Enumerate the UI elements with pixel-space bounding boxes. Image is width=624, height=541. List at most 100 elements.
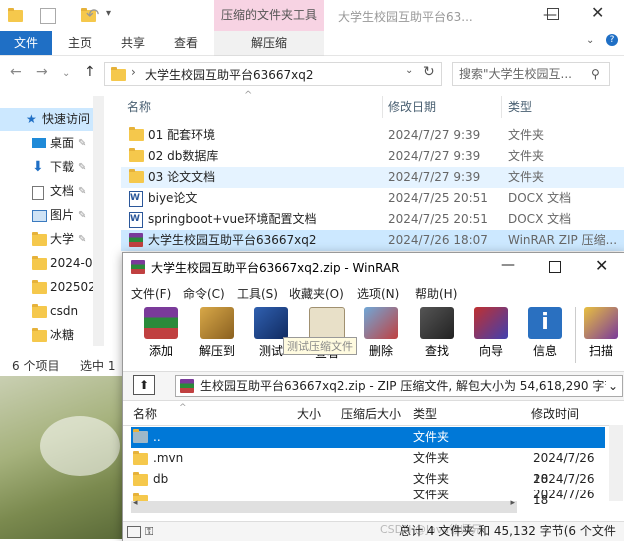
path-dropdown-icon[interactable]: ⌄ — [605, 376, 618, 396]
maximize-icon[interactable] — [547, 8, 559, 20]
file-name: 01 配套环境 — [148, 128, 216, 142]
menu-help[interactable]: 帮助(H) — [415, 285, 457, 302]
column-header-type[interactable]: 类型 — [413, 403, 437, 425]
word-icon — [129, 209, 143, 230]
nav-scrollbar[interactable] — [93, 96, 104, 346]
archive-horizontal-scrollbar[interactable]: ◂ ▸ — [131, 498, 517, 513]
chevron-right-icon: › — [131, 65, 136, 79]
folder-icon — [133, 472, 148, 486]
nav-label: 文档 — [50, 184, 75, 198]
tab-view[interactable]: 查看 — [174, 31, 198, 55]
tool-label: 删除 — [368, 344, 393, 358]
archive-row[interactable]: .. 文件夹 — [131, 427, 605, 448]
column-header-size[interactable]: 大小 — [297, 403, 321, 425]
column-header-modified[interactable]: 修改时间 — [531, 403, 579, 425]
nav-item-folder[interactable]: 冰糖 — [0, 324, 104, 347]
winrar-window: 大学生校园互助平台63667xq2.zip - WinRAR — ✕ 文件(F)… — [122, 252, 624, 541]
up-icon[interactable]: ↑ — [84, 64, 96, 80]
tab-home[interactable]: 主页 — [68, 31, 92, 55]
recent-dropdown-icon[interactable]: ⌄ — [62, 68, 70, 79]
minimize-icon[interactable]: — — [501, 257, 515, 273]
column-header-packed-size[interactable]: 压缩后大小 — [341, 403, 401, 425]
up-folder-button[interactable]: ⬆ — [133, 375, 155, 395]
back-icon[interactable]: ← — [10, 64, 22, 80]
nav-item-folder[interactable]: csdn — [0, 300, 104, 323]
archive-item-type: 文件夹 — [413, 451, 450, 465]
file-type: WinRAR ZIP 压缩... — [508, 233, 618, 247]
archive-vertical-scrollbar[interactable] — [609, 425, 623, 501]
extract-icon — [200, 307, 234, 339]
nav-item-quick-access[interactable]: ★ 快速访问 — [0, 108, 104, 131]
archive-row[interactable]: .mvn 文件夹 2024/7/26 18 — [131, 448, 605, 486]
wizard-button[interactable]: 向导 — [465, 305, 517, 363]
tab-file[interactable]: 文件 — [0, 31, 52, 55]
file-name: springboot+vue环境配置文档 — [148, 212, 317, 226]
archive-item-type: 文件夹 — [413, 430, 450, 444]
column-header-date[interactable]: 修改日期 — [388, 96, 436, 118]
archive-column-headers: 名称 ^ 大小 压缩后大小 类型 修改时间 — [123, 403, 615, 426]
add-button[interactable]: 添加 — [135, 305, 187, 363]
nav-item-downloads[interactable]: ⬇ 下载 ✎ — [0, 156, 104, 179]
word-icon — [129, 188, 143, 209]
nav-item-folder[interactable]: 202502 — [0, 276, 104, 299]
address-bar[interactable]: › 大学生校园互助平台63667xq2 ⌄ ↻ — [104, 62, 442, 86]
nav-item-folder[interactable]: 大学 ✎ — [0, 228, 104, 251]
tooltip: 测试压缩文件 — [283, 337, 357, 355]
context-tab-compressed-tools[interactable]: 压缩的文件夹工具 — [214, 0, 324, 31]
archive-path-field[interactable]: 生校园互助平台63667xq2.zip - ZIP 压缩文件, 解包大小为 54… — [175, 375, 623, 397]
file-row[interactable]: springboot+vue环境配置文档 2024/7/25 20:51 DOC… — [121, 209, 624, 230]
menu-favorites[interactable]: 收藏夹(O) — [289, 285, 344, 302]
nav-label: 图片 — [50, 208, 75, 222]
breadcrumb[interactable]: 大学生校园互助平台63667xq2 — [145, 66, 314, 83]
search-input[interactable]: 搜索"大学生校园互... ⚲ — [452, 62, 610, 86]
help-icon[interactable]: ? — [606, 34, 618, 46]
delete-button[interactable]: 删除 — [355, 305, 407, 363]
menu-options[interactable]: 选项(N) — [357, 285, 399, 302]
scan-button[interactable]: 扫描 — [579, 305, 623, 363]
refresh-icon[interactable]: ↻ — [423, 64, 435, 80]
tab-extract[interactable]: 解压缩 — [214, 31, 324, 56]
wizard-icon — [474, 307, 508, 339]
archive-item-name: .. — [153, 430, 161, 444]
toolbar-divider — [575, 307, 576, 363]
file-row[interactable]: biye论文 2024/7/25 20:51 DOCX 文档 — [121, 188, 624, 209]
menu-commands[interactable]: 命令(C) — [183, 285, 225, 302]
quick-access-dropdown-icon[interactable]: ▾ — [106, 8, 111, 19]
nav-item-pictures[interactable]: 图片 ✎ — [0, 204, 104, 227]
menu-tools[interactable]: 工具(S) — [237, 285, 278, 302]
file-row[interactable]: 大学生校园互助平台63667xq2 2024/7/26 18:07 WinRAR… — [121, 230, 624, 251]
column-header-name[interactable]: 名称 — [127, 96, 151, 118]
file-name: 大学生校园互助平台63667xq2 — [148, 233, 317, 247]
file-row[interactable]: 02 db数据库 2024/7/27 9:39 文件夹 — [121, 146, 624, 167]
find-button[interactable]: 查找 — [411, 305, 463, 363]
scroll-right-icon[interactable]: ▸ — [510, 498, 515, 508]
archive-row[interactable]: 文件夹 2024/7/26 18 — [131, 490, 605, 501]
maximize-icon[interactable] — [549, 261, 561, 273]
file-row[interactable]: 01 配套环境 2024/7/27 9:39 文件夹 — [121, 125, 624, 146]
extract-to-button[interactable]: 解压到 — [191, 305, 243, 363]
menu-file[interactable]: 文件(F) — [131, 285, 171, 302]
tab-share[interactable]: 共享 — [121, 31, 145, 55]
nav-item-folder[interactable]: 2024-0 — [0, 252, 104, 275]
sort-arrow-icon: ^ — [179, 403, 187, 413]
nav-item-desktop[interactable]: 桌面 ✎ — [0, 132, 104, 155]
nav-item-documents[interactable]: 文档 ✎ — [0, 180, 104, 203]
scroll-left-icon[interactable]: ◂ — [133, 498, 138, 508]
undo-icon[interactable]: ↶ — [86, 5, 99, 24]
close-icon[interactable]: ✕ — [595, 256, 608, 275]
info-button[interactable]: i 信息 — [519, 305, 571, 363]
column-header-type[interactable]: 类型 — [508, 96, 532, 118]
close-icon[interactable]: ✕ — [591, 3, 604, 22]
column-header-name[interactable]: 名称 — [133, 403, 157, 425]
archive-path: 生校园互助平台63667xq2.zip - ZIP 压缩文件, 解包大小为 54… — [200, 379, 617, 393]
properties-icon[interactable] — [40, 8, 56, 24]
nav-label: 2024-0 — [50, 256, 93, 270]
ribbon-expand-icon[interactable]: ⌄ — [586, 35, 594, 46]
forward-icon[interactable]: → — [36, 64, 48, 80]
archive-row[interactable]: db 文件夹 2024/7/26 18 — [131, 469, 605, 507]
scan-icon — [584, 307, 618, 339]
file-type: DOCX 文档 — [508, 212, 572, 226]
address-dropdown-icon[interactable]: ⌄ — [405, 65, 413, 76]
file-row[interactable]: 03 论文文档 2024/7/27 9:39 文件夹 — [121, 167, 624, 188]
item-count: 6 个项目 — [12, 359, 60, 373]
